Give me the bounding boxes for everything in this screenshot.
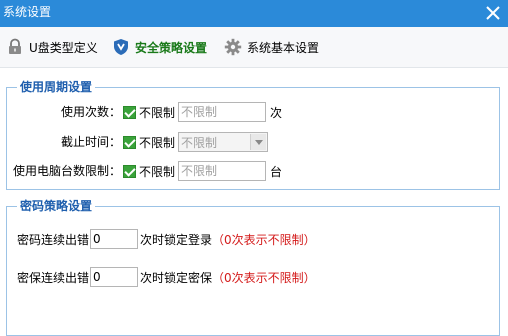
content-area: 使用周期设置 使用次数： 不限制 次 截止时间： 不限制 不限制 使用电脑台数限… [0, 69, 508, 336]
pc-unlimited-label: 不限制 [139, 164, 176, 179]
expire-select-value: 不限制 [181, 135, 218, 150]
shield-icon [114, 39, 128, 55]
expire-select[interactable]: 不限制 [178, 132, 269, 152]
tab-label: 系统基本设置 [247, 40, 320, 55]
password-error-row: 密码连续出错 次时锁定登录 （0次表示不限制） [17, 228, 316, 250]
lock-icon [9, 38, 21, 54]
password-policy-legend: 密码策略设置 [17, 199, 96, 213]
uses-label: 使用次数： [60, 105, 121, 119]
tab-security-policy[interactable]: 安全策略设置 [112, 37, 207, 57]
password-lock-text: 次时锁定登录 [140, 232, 213, 247]
pc-limit-unit: 台 [270, 164, 283, 179]
password-lock-note: （0次表示不限制） [212, 232, 316, 247]
gear-icon [224, 38, 242, 56]
password-error-input[interactable] [90, 229, 139, 249]
security-error-row: 密保连续出错 次时锁定密保 （0次表示不限制） [17, 266, 316, 288]
pc-limit-input[interactable] [178, 161, 267, 181]
usage-period-legend: 使用周期设置 [17, 80, 96, 94]
uses-unlimited-label: 不限制 [139, 105, 176, 120]
security-error-input[interactable] [90, 267, 139, 287]
expire-unlimited-checkbox[interactable] [123, 135, 136, 149]
tab-bar: U盘类型定义 安全策略设置 系统基本设置 [0, 27, 508, 68]
security-lock-text: 次时锁定密保 [140, 270, 213, 285]
close-icon[interactable] [484, 4, 502, 22]
uses-row: 不限制 次 [123, 101, 282, 123]
password-policy-group: 密码策略设置 密码连续出错 次时锁定登录 （0次表示不限制） 密保连续出错 次时… [6, 199, 500, 336]
chevron-down-icon[interactable] [250, 134, 267, 150]
pc-limit-row: 不限制 台 [123, 160, 282, 182]
tab-label: U盘类型定义 [29, 40, 98, 55]
pc-limit-label: 使用电脑台数限制： [12, 164, 121, 178]
expire-row: 不限制 不限制 [123, 131, 269, 153]
pc-unlimited-checkbox[interactable] [123, 164, 136, 178]
uses-unlimited-checkbox[interactable] [123, 105, 136, 119]
expire-unlimited-label: 不限制 [139, 135, 176, 150]
tab-label: 安全策略设置 [135, 40, 208, 55]
uses-unit: 次 [270, 105, 283, 120]
tab-system-basic[interactable]: 系统基本设置 [224, 37, 319, 57]
tab-usb-type[interactable]: U盘类型定义 [6, 37, 98, 57]
usage-period-group: 使用周期设置 使用次数： 不限制 次 截止时间： 不限制 不限制 使用电脑台数限… [6, 80, 500, 190]
window-title: 系统设置 [3, 5, 52, 19]
uses-input[interactable] [178, 102, 267, 122]
title-bar: 系统设置 [0, 0, 508, 27]
security-error-label: 密保连续出错 [17, 270, 90, 285]
password-error-label: 密码连续出错 [17, 232, 90, 247]
expire-label: 截止时间： [60, 135, 121, 149]
security-lock-note: （0次表示不限制） [212, 270, 316, 285]
